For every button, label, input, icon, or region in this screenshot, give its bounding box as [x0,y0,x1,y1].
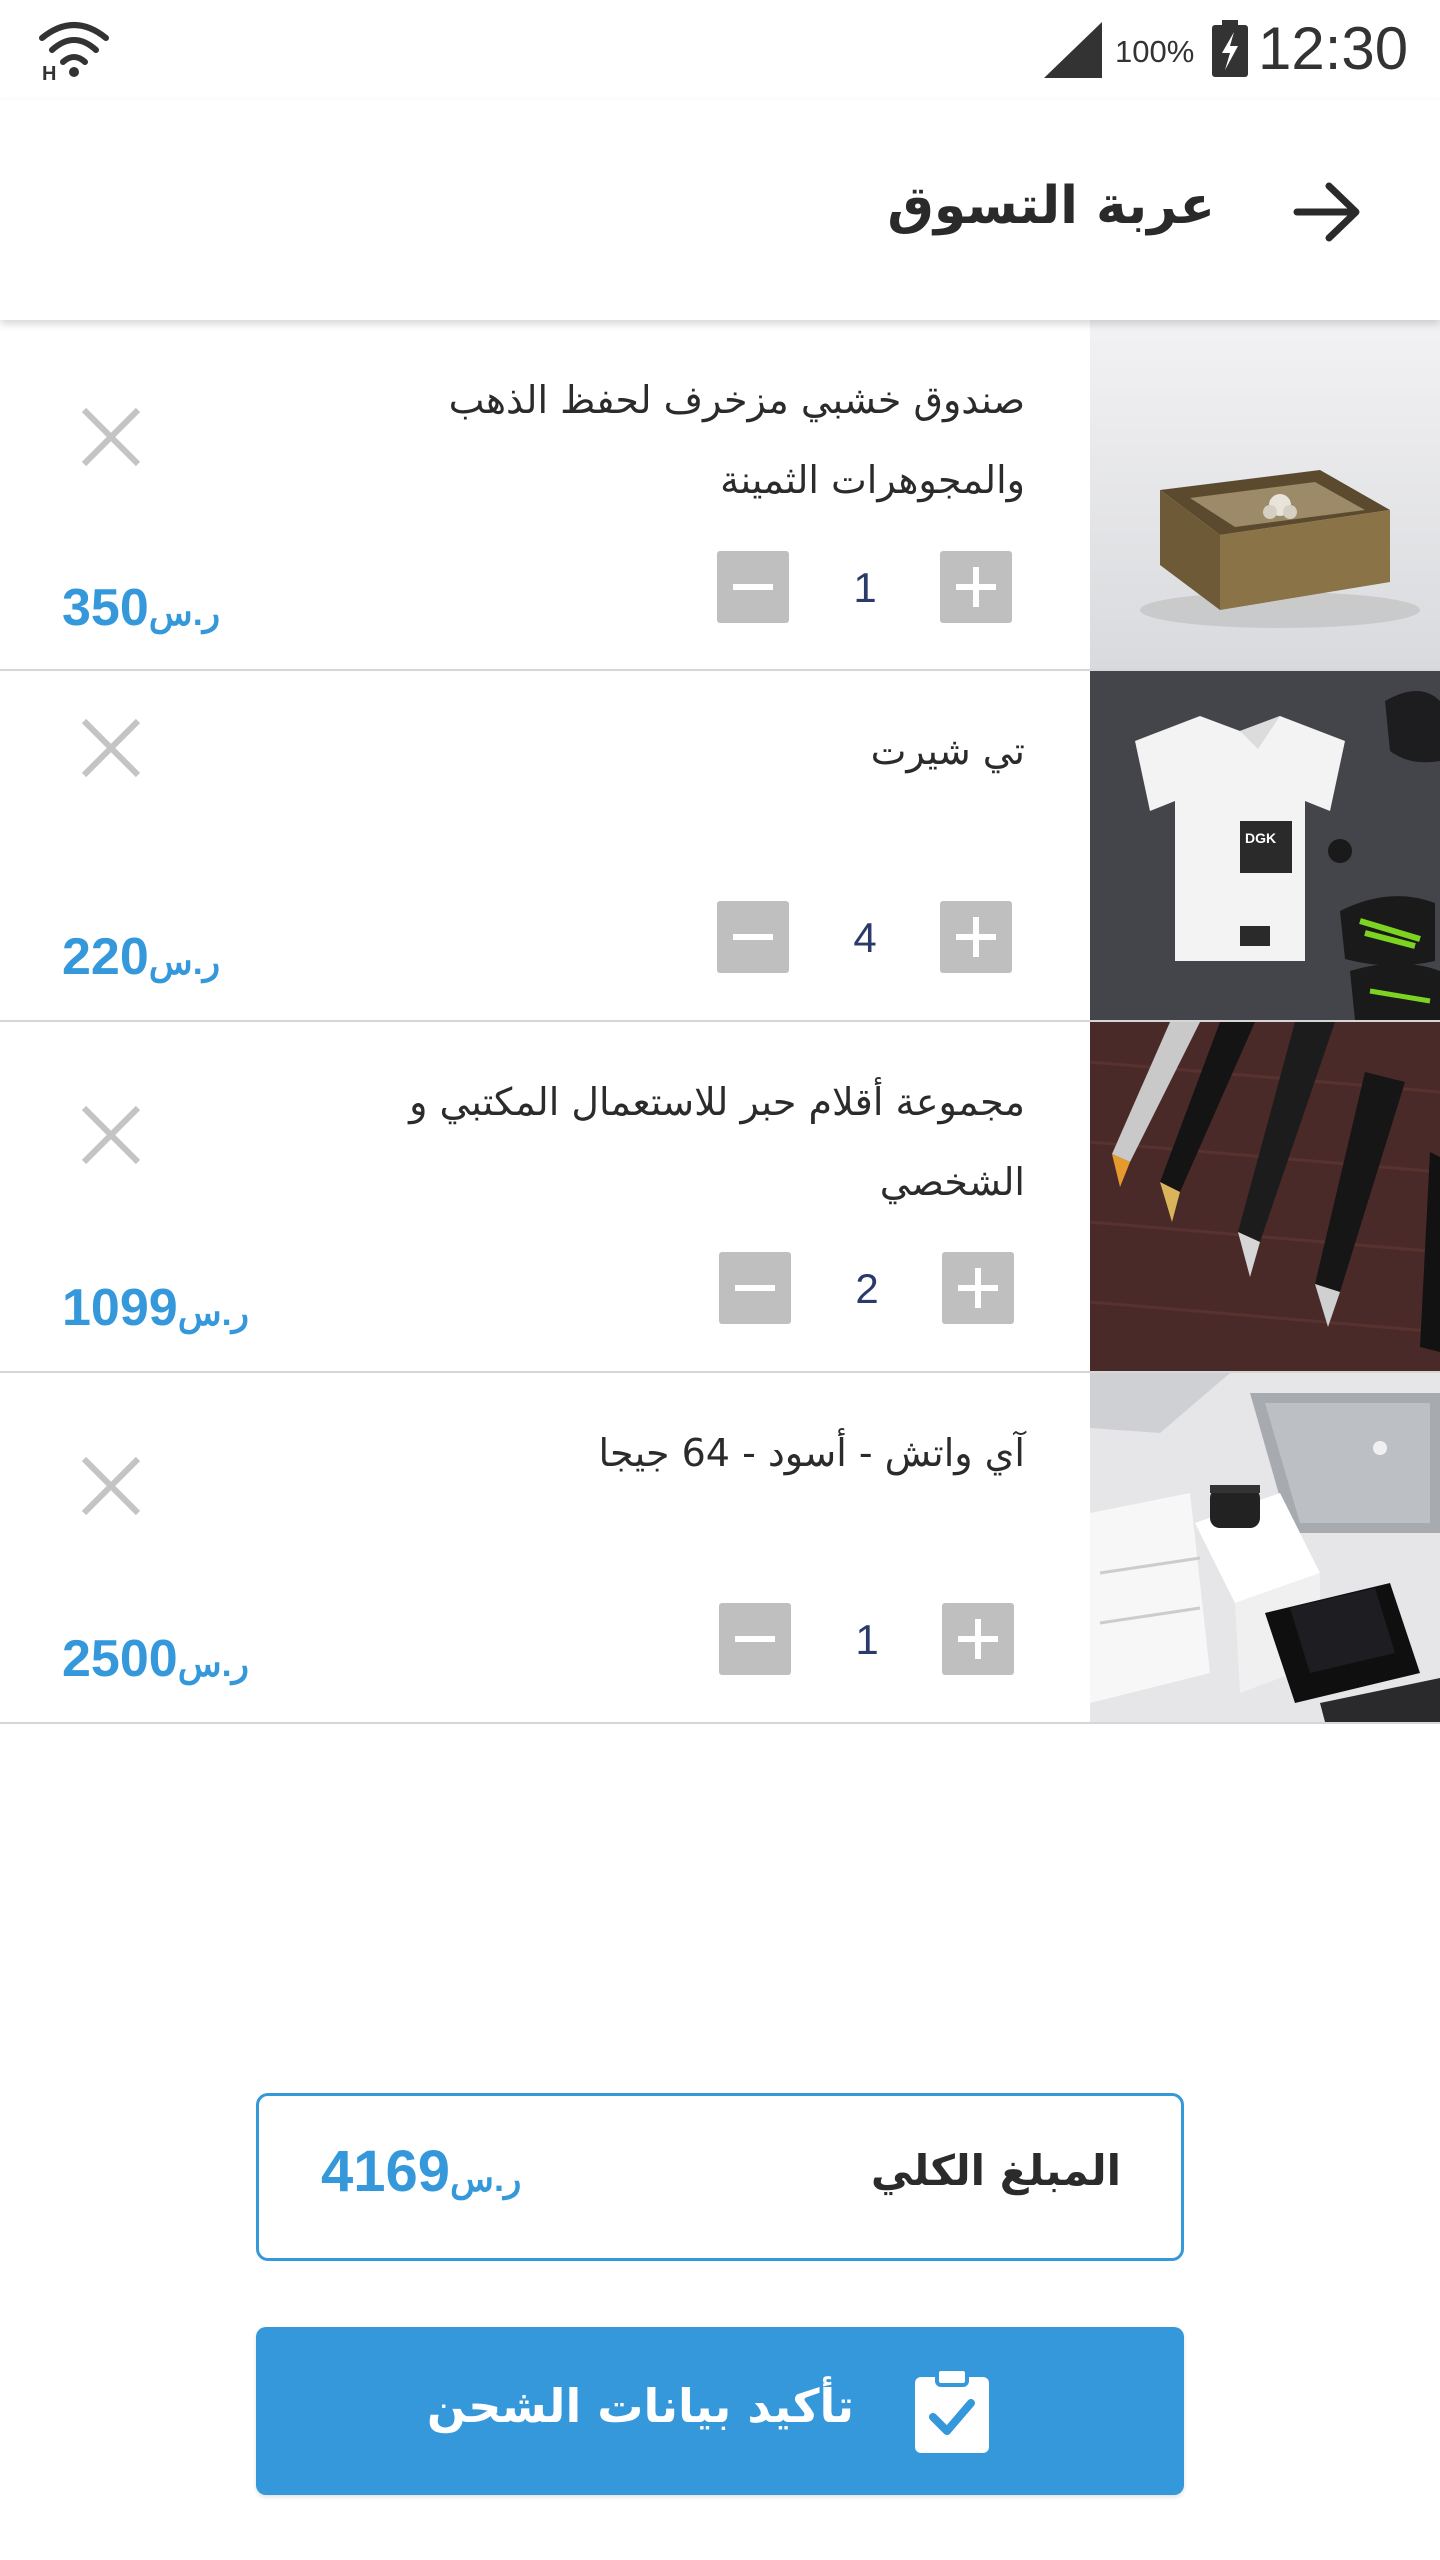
cart-item: DGK تي شيرت 4 ر.س220 [0,671,1440,1022]
item-price: ر.س1099 [62,1278,261,1338]
price-amount: 350 [62,579,149,637]
total-label: المبلغ الكلي [870,2146,1121,2195]
total-amount: ر.س4169 [321,2138,535,2205]
cart-item: آي واتش - أسود - 64 جيجا 1 ر.س2500 [0,1373,1440,1724]
white-tshirt-image: DGK [1090,671,1440,1020]
item-price: ر.س2500 [62,1629,261,1689]
currency-label: ر.س [177,1292,250,1333]
currency-label: ر.س [450,2158,522,2199]
total-box: المبلغ الكلي ر.س4169 [256,2093,1184,2261]
item-name: تي شيرت [870,729,1025,773]
item-price: ر.س350 [62,578,232,638]
back-button[interactable] [1280,164,1376,260]
svg-text:H: H [42,63,56,82]
currency-label: ر.س [177,1643,250,1684]
price-amount: 1099 [62,1279,178,1337]
price-amount: 2500 [62,1630,178,1688]
currency-label: ر.س [148,941,221,982]
clipboard-check-icon [915,2367,989,2453]
fountain-pens-image [1090,1022,1440,1371]
cart-item: صندوق خشبي مزخرف لحفظ الذهب والمجوهرات ا… [0,320,1440,671]
price-amount: 220 [62,928,149,986]
remove-item-icon[interactable] [78,404,144,470]
confirm-shipping-label: تأكيد بيانات الشحن [426,2379,854,2433]
battery-charging-icon [1212,20,1248,77]
decrease-quantity-button[interactable] [717,901,789,973]
arrow-right-icon [1293,182,1360,242]
cart-list: صندوق خشبي مزخرف لحفظ الذهب والمجوهرات ا… [0,320,1440,1724]
increase-quantity-button[interactable] [940,551,1012,623]
confirm-shipping-button[interactable]: تأكيد بيانات الشحن [256,2327,1184,2495]
cart-item: مجموعة أقلام حبر للاستعمال المكتبي و الش… [0,1022,1440,1373]
signal-icon [1044,22,1102,78]
item-name: مجموعة أقلام حبر للاستعمال المكتبي و الش… [409,1080,1025,1204]
quantity-value: 4 [853,914,877,961]
wifi-icon: H [39,22,109,82]
remove-item-icon[interactable] [78,1453,144,1519]
item-name: صندوق خشبي مزخرف لحفظ الذهب والمجوهرات ا… [448,378,1025,502]
app-bar: عربة التسوق [0,100,1440,320]
quantity-value: 2 [855,1265,879,1312]
remove-item-icon[interactable] [78,1102,144,1168]
increase-quantity-button[interactable] [942,1603,1014,1675]
decrease-quantity-button[interactable] [719,1603,791,1675]
svg-text:DGK: DGK [1245,830,1276,846]
total-amount-value: 4169 [321,2139,451,2204]
remove-item-icon[interactable] [78,715,144,781]
page-title: عربة التسوق [887,176,1215,236]
item-price: ر.س220 [62,927,232,987]
item-name: آي واتش - أسود - 64 جيجا [598,1431,1025,1475]
apple-watch-devices-image [1090,1373,1440,1722]
quantity-value: 1 [853,564,877,611]
status-bar: H 100% 12:30 [0,0,1440,100]
increase-quantity-button[interactable] [940,901,1012,973]
wooden-jewelry-box-image [1090,320,1440,669]
battery-percent: 100% [1115,34,1195,69]
increase-quantity-button[interactable] [942,1252,1014,1324]
currency-label: ر.س [148,592,221,633]
decrease-quantity-button[interactable] [717,551,789,623]
clock: 12:30 [1258,15,1409,82]
decrease-quantity-button[interactable] [719,1252,791,1324]
quantity-value: 1 [855,1616,879,1663]
